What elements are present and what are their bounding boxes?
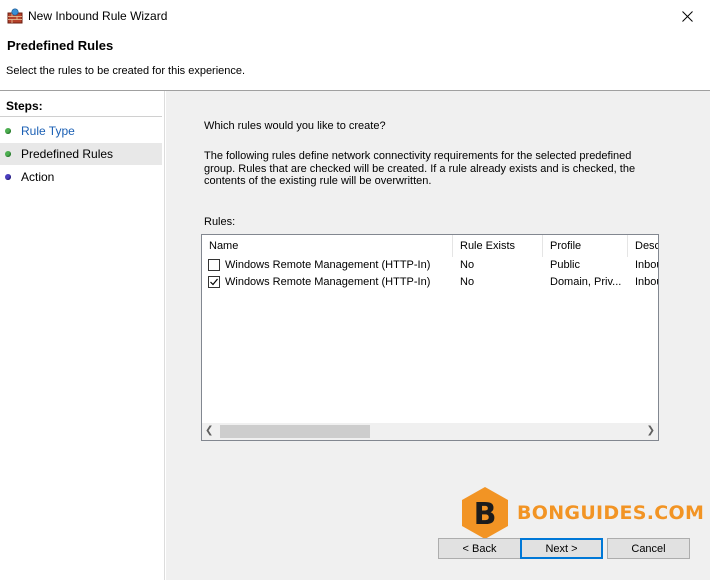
horizontal-scrollbar[interactable]: ❮ ❯ xyxy=(202,423,658,440)
step-status-icon xyxy=(5,151,11,157)
checkmark-icon xyxy=(210,278,218,286)
rule-checkbox[interactable] xyxy=(208,276,220,288)
question-text: Which rules would you like to create? xyxy=(204,120,386,132)
rules-label: Rules: xyxy=(204,216,236,228)
scrollbar-thumb[interactable] xyxy=(220,425,370,438)
rule-name: Windows Remote Management (HTTP-In) xyxy=(225,276,431,288)
column-header-rule-exists[interactable]: Rule Exists xyxy=(453,235,543,257)
next-button[interactable]: Next > xyxy=(520,538,603,559)
step-label: Rule Type xyxy=(21,124,75,138)
rule-profile: Public xyxy=(550,259,580,271)
step-label: Predefined Rules xyxy=(21,147,114,161)
title-bar: New Inbound Rule Wizard xyxy=(0,0,710,32)
table-row[interactable]: Windows Remote Management (HTTP-In) No P… xyxy=(202,257,658,274)
column-header-name[interactable]: Name xyxy=(202,235,453,257)
steps-divider xyxy=(0,116,162,117)
list-header: Name Rule Exists Profile Desc xyxy=(202,235,658,257)
column-header-description[interactable]: Desc xyxy=(628,235,658,257)
wizard-header: Predefined Rules Select the rules to be … xyxy=(0,32,710,90)
rule-description: Inbou xyxy=(635,259,658,271)
rules-list[interactable]: Name Rule Exists Profile Desc Windows Re… xyxy=(201,234,659,441)
rule-exists: No xyxy=(460,259,475,271)
main-pane: Which rules would you like to create? Th… xyxy=(166,91,710,580)
close-button[interactable] xyxy=(664,0,710,32)
step-label: Action xyxy=(21,170,55,184)
scroll-right-icon[interactable]: ❯ xyxy=(647,425,655,436)
watermark-text: BONGUIDES.COM xyxy=(517,502,705,524)
bonguides-logo-icon: B xyxy=(462,487,508,539)
step-action[interactable]: Action xyxy=(0,166,162,188)
logo-letter: B xyxy=(474,497,497,532)
rule-exists: No xyxy=(460,276,475,288)
firewall-icon xyxy=(7,8,23,24)
table-row[interactable]: Windows Remote Management (HTTP-In) No D… xyxy=(202,274,658,291)
page-title: Predefined Rules xyxy=(7,38,114,53)
rule-profile: Domain, Priv... xyxy=(550,276,622,288)
rule-checkbox[interactable] xyxy=(208,259,220,271)
description-text: The following rules define network conne… xyxy=(204,150,636,187)
window-title: New Inbound Rule Wizard xyxy=(28,9,168,23)
rule-description: Inbou xyxy=(635,276,658,288)
column-header-profile[interactable]: Profile xyxy=(543,235,628,257)
scroll-left-icon[interactable]: ❮ xyxy=(205,425,213,436)
cancel-button[interactable]: Cancel xyxy=(607,538,690,559)
rule-name: Windows Remote Management (HTTP-In) xyxy=(225,259,431,271)
watermark-logo: B BONGUIDES.COM xyxy=(459,485,704,541)
close-icon xyxy=(681,10,693,22)
back-button[interactable]: < Back xyxy=(438,538,521,559)
steps-pane: Steps: Rule Type Predefined Rules Action xyxy=(0,91,165,580)
step-predefined-rules[interactable]: Predefined Rules xyxy=(0,143,162,165)
page-subtitle: Select the rules to be created for this … xyxy=(6,65,246,77)
step-status-icon xyxy=(5,128,11,134)
step-rule-type[interactable]: Rule Type xyxy=(0,120,162,142)
step-status-icon xyxy=(5,174,11,180)
steps-heading: Steps: xyxy=(6,99,43,113)
